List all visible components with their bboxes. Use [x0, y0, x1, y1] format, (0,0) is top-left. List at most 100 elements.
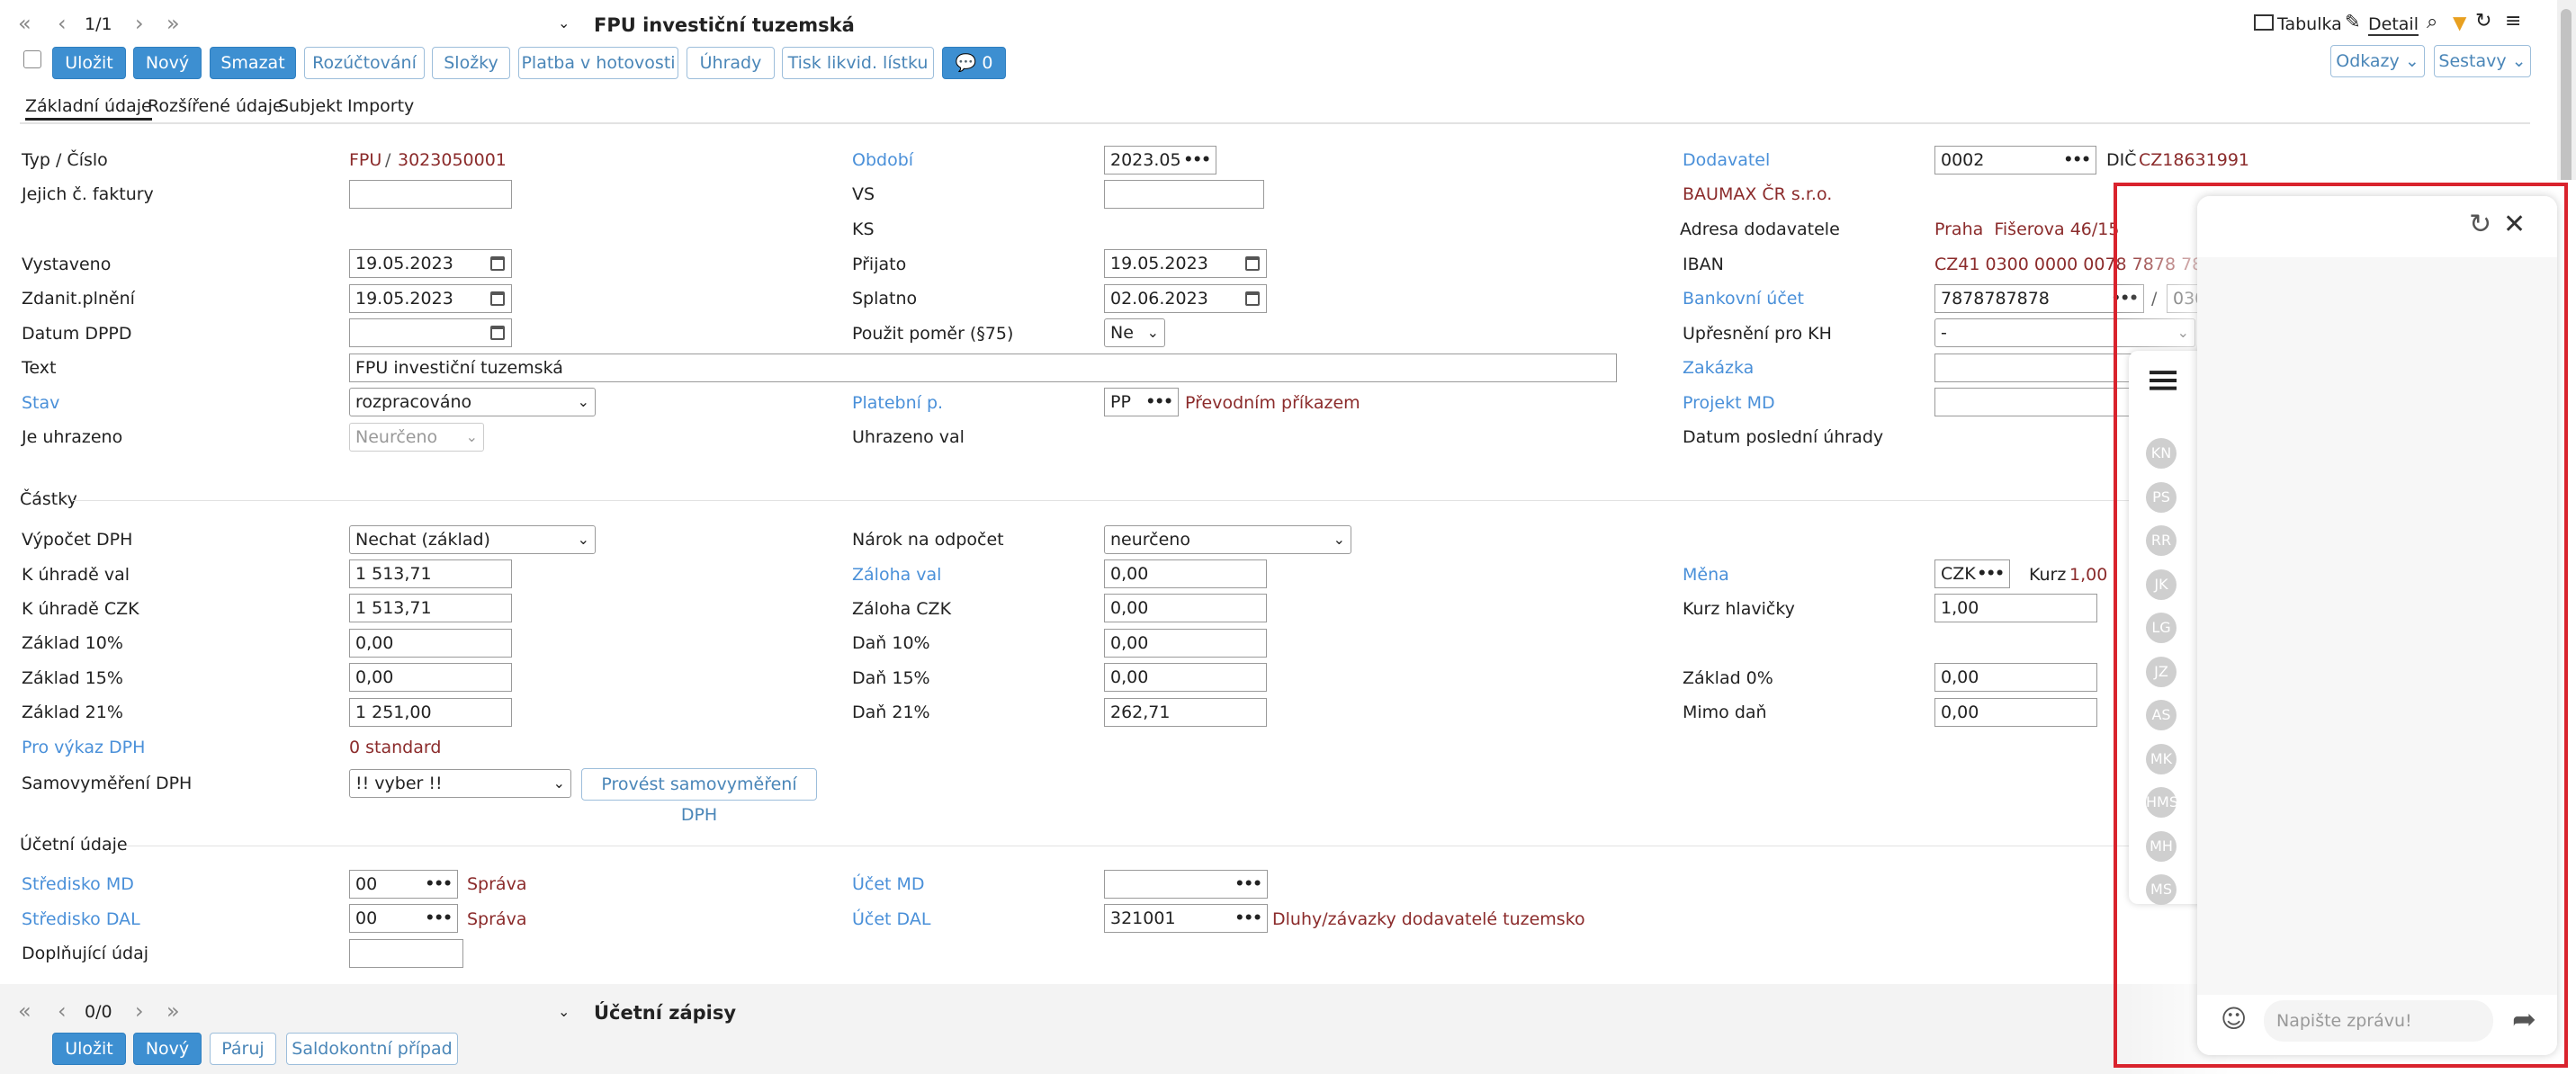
refresh-icon[interactable]: ↻ [2475, 10, 2491, 32]
new-button[interactable]: Nový [133, 47, 202, 79]
more-icon[interactable]: ••• [1234, 905, 1262, 932]
prev-record-icon[interactable]: ‹ [58, 998, 67, 1024]
more-icon[interactable]: ••• [425, 905, 453, 932]
search-icon[interactable]: ⌕ [2427, 11, 2437, 33]
payment-method-value: PP [1110, 392, 1131, 412]
cost-center-md-input[interactable]: 00 ••• [349, 870, 458, 899]
due-date-value: 02.06.2023 [1110, 289, 1208, 309]
tab-subject[interactable]: Subjekt [278, 96, 343, 116]
vs-input[interactable] [1104, 180, 1264, 209]
chevron-down-icon: ⌄ [1333, 531, 1345, 548]
header-rate-input[interactable]: 1,00 [1934, 594, 2097, 622]
calendar-icon[interactable] [490, 291, 505, 306]
out-of-tax-label: Mimo daň [1683, 703, 1767, 722]
allocation-button[interactable]: Rozúčtování [304, 47, 425, 79]
dppd-date-input[interactable] [349, 318, 512, 347]
links-label: Odkazy [2336, 51, 2400, 71]
delete-button[interactable]: Smazat [210, 47, 296, 79]
deposit-czk-input[interactable]: 0,00 [1104, 594, 1267, 622]
next-record-icon[interactable]: › [135, 998, 144, 1024]
tax-15-input[interactable]: 0,00 [1104, 663, 1267, 692]
order-input[interactable] [1934, 354, 2141, 382]
vat-id-value: CZ18631991 [2139, 150, 2249, 170]
detail-view-link[interactable]: Detail [2368, 14, 2419, 36]
more-icon[interactable]: ••• [1234, 871, 1262, 898]
received-date-input[interactable]: 19.05.2023 [1104, 249, 1267, 278]
currency-input[interactable]: CZK ••• [1934, 559, 2010, 588]
tab-imports[interactable]: Importy [347, 96, 414, 116]
last-record-icon[interactable]: » [166, 11, 180, 36]
account-md-input[interactable]: ••• [1104, 870, 1268, 899]
edit-icon[interactable]: ✎ [2345, 11, 2361, 32]
text-input[interactable]: FPU investiční tuzemská [349, 354, 1617, 382]
reports-dropdown[interactable]: Sestavy ⌄ [2434, 45, 2531, 77]
calendar-icon[interactable] [490, 256, 505, 271]
tab-extended[interactable]: Rozšířené údaje [148, 96, 283, 116]
ratio-select[interactable]: Ne ⌄ [1104, 318, 1165, 347]
their-invoice-input[interactable] [349, 180, 512, 209]
comments-button[interactable]: 💬 0 [942, 47, 1006, 79]
ledger-case-button[interactable]: Saldokontní případ [286, 1033, 458, 1065]
payments-button[interactable]: Úhrady [687, 47, 775, 79]
entries-new-button[interactable]: Nový [133, 1033, 202, 1065]
account-dal-input[interactable]: 321001 ••• [1104, 904, 1268, 933]
cash-payment-button[interactable]: Platba v hotovosti [518, 47, 678, 79]
supplier-input[interactable]: 0002 ••• [1934, 146, 2096, 175]
calendar-icon[interactable] [1245, 291, 1260, 306]
issued-date-input[interactable]: 19.05.2023 [349, 249, 512, 278]
period-input[interactable]: 2023.05 ••• [1104, 146, 1216, 175]
next-record-icon[interactable]: › [135, 11, 144, 36]
more-icon[interactable]: ••• [2063, 147, 2091, 174]
base-21-label: Základ 21% [22, 703, 123, 722]
folders-button[interactable]: Složky [432, 47, 510, 79]
calendar-icon[interactable] [1245, 256, 1260, 271]
deposit-currency-input[interactable]: 0,00 [1104, 559, 1267, 588]
filter-icon[interactable]: ▼ [2453, 12, 2466, 33]
to-pay-czk-input[interactable]: 1 513,71 [349, 594, 512, 622]
calendar-icon[interactable] [490, 326, 505, 340]
more-icon[interactable]: ••• [1145, 389, 1173, 416]
first-record-icon[interactable]: « [18, 11, 31, 36]
project-md-input[interactable] [1934, 388, 2141, 416]
deduction-select[interactable]: neurčeno ⌄ [1104, 525, 1351, 554]
to-pay-currency-input[interactable]: 1 513,71 [349, 559, 512, 588]
taxable-date-input[interactable]: 19.05.2023 [349, 284, 512, 313]
more-icon[interactable]: ••• [1977, 560, 2005, 587]
last-record-icon[interactable]: » [166, 998, 180, 1024]
entries-title: Účetní zápisy [594, 1002, 737, 1024]
save-button[interactable]: Uložit [52, 47, 126, 79]
pair-button[interactable]: Páruj [210, 1033, 276, 1065]
more-icon[interactable]: ••• [1183, 147, 1211, 174]
table-view-link[interactable]: Tabulka [2277, 14, 2342, 34]
tax-21-input[interactable]: 262,71 [1104, 698, 1267, 727]
tax-10-input[interactable]: 0,00 [1104, 629, 1267, 658]
table-view-icon[interactable] [2254, 14, 2274, 31]
prev-record-icon[interactable]: ‹ [58, 11, 67, 36]
self-assess-button[interactable]: Provést samovyměření DPH [581, 768, 817, 825]
supplier-value: 0002 [1941, 150, 1985, 170]
collapse-chevron-icon[interactable]: ⌄ [558, 14, 570, 31]
tab-basic[interactable]: Základní údaje [25, 96, 152, 121]
entries-save-button[interactable]: Uložit [52, 1033, 126, 1065]
out-of-tax-input[interactable]: 0,00 [1934, 698, 2097, 727]
payment-method-input[interactable]: PP ••• [1104, 388, 1179, 416]
print-slip-button[interactable]: Tisk likvid. lístku [782, 47, 934, 79]
base-21-input[interactable]: 1 251,00 [349, 698, 512, 727]
menu-icon[interactable]: ≡ [2505, 10, 2521, 32]
first-record-icon[interactable]: « [18, 998, 31, 1024]
collapse-chevron-icon[interactable]: ⌄ [558, 1003, 570, 1020]
self-assess-select[interactable]: !! vyber !! ⌄ [349, 769, 571, 798]
base-10-input[interactable]: 0,00 [349, 629, 512, 658]
vat-calc-select[interactable]: Nechat (základ) ⌄ [349, 525, 596, 554]
select-checkbox[interactable] [23, 50, 41, 68]
links-dropdown[interactable]: Odkazy ⌄ [2330, 45, 2425, 77]
more-icon[interactable]: ••• [425, 871, 453, 898]
cost-center-dal-input[interactable]: 00 ••• [349, 904, 458, 933]
is-paid-select[interactable]: Neurčeno ⌄ [349, 423, 484, 452]
bank-account-value: 7878787878 [1941, 289, 2050, 309]
due-date-input[interactable]: 02.06.2023 [1104, 284, 1267, 313]
base-0-input[interactable]: 0,00 [1934, 663, 2097, 692]
base-15-input[interactable]: 0,00 [349, 663, 512, 692]
supplementary-input[interactable] [349, 939, 463, 968]
status-select[interactable]: rozpracováno ⌄ [349, 388, 596, 416]
